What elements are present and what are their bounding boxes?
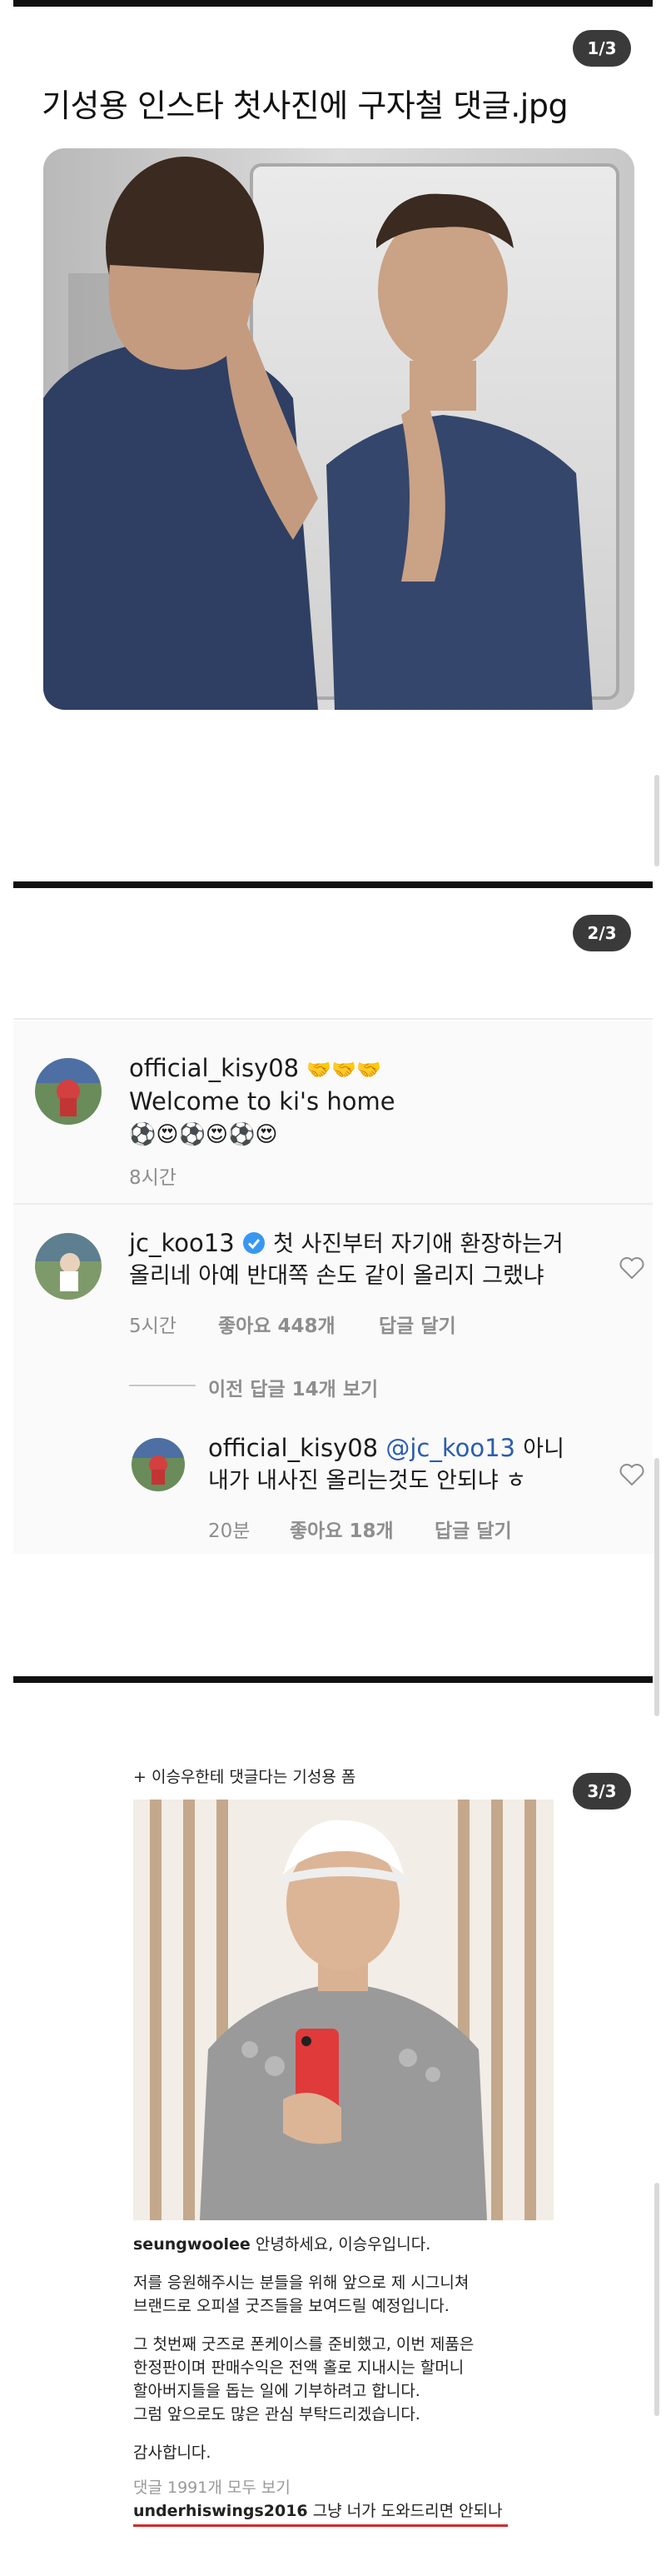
page-indicator-badge-3: 3/3 xyxy=(573,1773,631,1810)
comment-1-emoji-line: ⚽😍⚽😍⚽😍 xyxy=(129,1122,278,1147)
post-line-4: 그 첫번째 굿즈로 폰케이스를 준비했고, 이번 제품은 xyxy=(133,2335,475,2354)
section-3-caption: + 이승우한테 댓글다는 기성용 폼 xyxy=(133,1768,356,1786)
section-divider-2 xyxy=(13,881,653,888)
seungwoo-photo-illustration xyxy=(133,1800,554,2220)
top-divider xyxy=(13,0,653,7)
reply-text: 그냥 너가 도와드리면 안되나 xyxy=(312,2502,503,2520)
comment-2-username[interactable]: jc_koo13 xyxy=(129,1229,235,1257)
post-title: 기성용 인스타 첫사진에 구자철 댓글.jpg xyxy=(42,87,569,124)
highlighted-reply: underhiswings2016 그냥 너가 도와드리면 안되나 xyxy=(133,2499,566,2523)
scrollbar-1[interactable] xyxy=(654,775,659,866)
post-line-3: 브랜드로 오피셜 굿즈들을 보여드릴 예정입니다. xyxy=(133,2297,450,2315)
reply-username[interactable]: underhiswings2016 xyxy=(133,2502,308,2520)
avatar-official-kisy08-reply[interactable] xyxy=(132,1438,185,1491)
post-line-5: 한정판이며 판매수익은 전액 홀로 지내시는 할머니 xyxy=(133,2359,465,2377)
comment-1-emoji-handshakes: 🤝🤝🤝 xyxy=(306,1058,382,1081)
comment-1-line-1: official_kisy08 🤝🤝🤝 xyxy=(129,1051,381,1086)
scrollbar-2[interactable] xyxy=(654,1458,659,1716)
view-previous-replies-button[interactable]: 이전 답글 14개 보기 xyxy=(208,1373,378,1401)
comment-1-text: Welcome to ki's home xyxy=(129,1087,395,1116)
comment-2-reply-button[interactable]: 답글 달기 xyxy=(379,1310,456,1338)
seungwoo-photo xyxy=(133,1800,554,2220)
post-line-7: 그럼 앞으로도 많은 관심 부탁드리겠습니다. xyxy=(133,2405,420,2424)
red-underline xyxy=(133,2524,508,2527)
scrollbar-3[interactable] xyxy=(654,2183,659,2416)
post-line-8: 감사합니다. xyxy=(133,2444,211,2462)
post-username[interactable]: seungwoolee xyxy=(133,2235,251,2254)
post-line-1: seungwoolee 안녕하세요, 이승우입니다. xyxy=(133,2233,566,2256)
comment-3-likes[interactable]: 좋아요 18개 xyxy=(290,1515,394,1543)
comment-3-text-line-2: 내가 내사진 올리는것도 안되냐 ㅎ xyxy=(208,1468,527,1494)
post-line-2: 저를 응원해주시는 분들을 위해 앞으로 제 시그니쳐 xyxy=(133,2274,470,2292)
page-indicator-badge-2: 2/3 xyxy=(573,915,631,951)
comment-3-reply-button[interactable]: 답글 달기 xyxy=(435,1515,512,1543)
comment-2-time: 5시간 xyxy=(129,1315,176,1337)
avatar-official-kisy08[interactable] xyxy=(35,1058,102,1125)
view-all-comments[interactable]: 댓글 1991개 모두 보기 xyxy=(133,2476,566,2499)
comment-2-likes[interactable]: 좋아요 448개 xyxy=(218,1310,335,1338)
post-greeting: 안녕하세요, 이승우입니다. xyxy=(255,2235,431,2254)
comment-2-text-line-2: 올리네 아예 반대쪽 손도 같이 올리지 그랬냐 xyxy=(129,1263,544,1289)
comment-3-line-1: official_kisy08 @jc_koo13 아니 xyxy=(208,1431,564,1466)
comment-1-time: 8시간 xyxy=(129,1167,176,1189)
section-divider-3 xyxy=(13,1676,653,1683)
comment-3-text-line-1: 아니 xyxy=(523,1436,564,1462)
comment-3-mention[interactable]: @jc_koo13 xyxy=(385,1434,515,1462)
avatar-jc-koo13[interactable] xyxy=(35,1233,102,1300)
like-heart-icon-2[interactable] xyxy=(619,1256,644,1280)
comment-separator xyxy=(13,1203,653,1205)
comment-2-text-line-1: 첫 사진부터 자기애 환장하는거 xyxy=(273,1231,564,1257)
verified-badge-icon xyxy=(242,1232,265,1254)
comment-3-username[interactable]: official_kisy08 xyxy=(208,1434,378,1462)
comment-1-username[interactable]: official_kisy08 xyxy=(129,1054,299,1082)
comment-2-line-1: jc_koo13 첫 사진부터 자기애 환장하는거 xyxy=(129,1226,564,1261)
post-line-6: 할아버지들을 돕는 일에 기부하려고 합니다. xyxy=(133,2382,420,2400)
like-heart-icon-3[interactable] xyxy=(619,1463,644,1486)
mirror-photo xyxy=(43,148,634,710)
comment-3-time: 20분 xyxy=(208,1520,251,1542)
page-indicator-badge-1: 1/3 xyxy=(573,30,631,67)
mirror-photo-illustration xyxy=(43,148,634,710)
comments-top-border xyxy=(13,1018,653,1020)
view-replies-line xyxy=(129,1385,196,1386)
